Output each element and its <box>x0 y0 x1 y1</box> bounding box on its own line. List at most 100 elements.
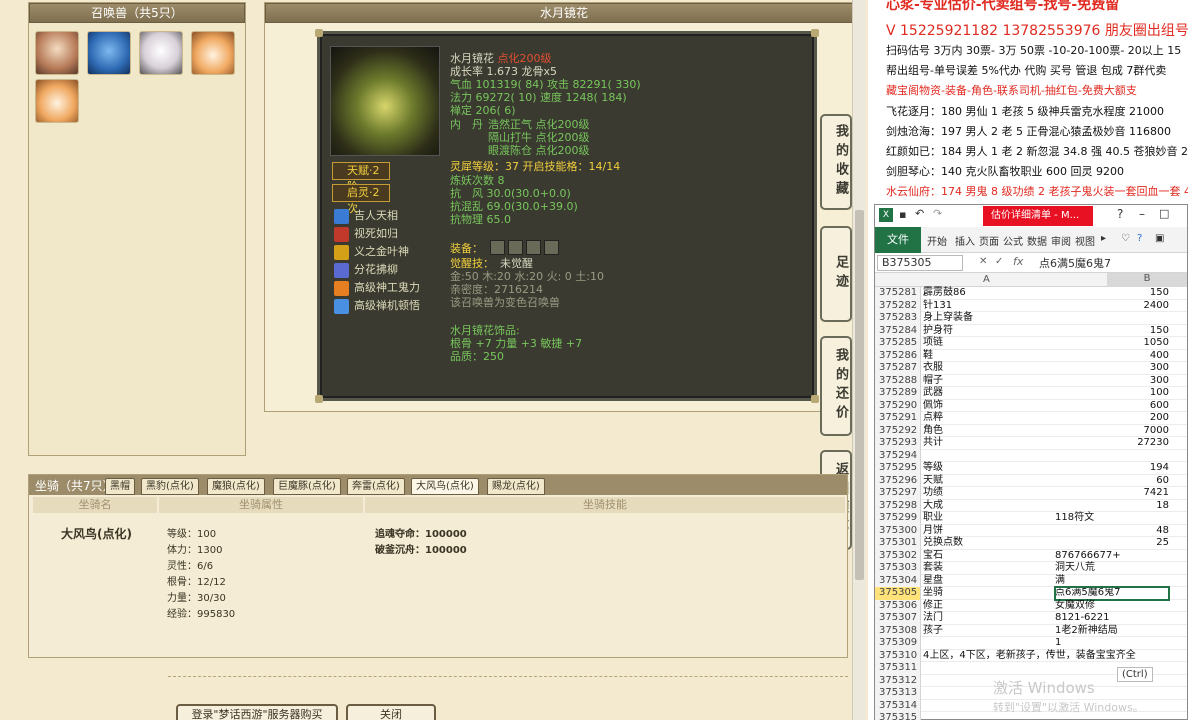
cell-b[interactable]: 600 <box>1055 400 1169 413</box>
row-number[interactable]: 375314 <box>875 699 921 712</box>
mount-tab-2[interactable]: 黑豹(点化) <box>141 478 199 495</box>
mount-tab-1[interactable]: 黑帽 <box>105 478 135 495</box>
side-tab-favorites[interactable]: 我的收藏 <box>820 114 852 210</box>
row-number[interactable]: 375307 <box>875 612 921 625</box>
cell-a[interactable]: 衣服 <box>923 362 943 375</box>
cell-b[interactable]: 876766677+ <box>1055 550 1169 563</box>
row-number[interactable]: 375309 <box>875 637 921 650</box>
row-number[interactable]: 375297 <box>875 487 921 500</box>
row-number[interactable]: 375295 <box>875 462 921 475</box>
page-scrollbar[interactable] <box>852 0 866 720</box>
row-number[interactable]: 375301 <box>875 537 921 550</box>
ribbon-more-icon[interactable]: ▸ <box>1101 233 1106 244</box>
name-box[interactable]: B375305 <box>877 255 963 271</box>
table-row[interactable]: 375308 孩子 1老2新神结局 <box>875 624 1187 638</box>
row-number[interactable]: 375288 <box>875 374 921 387</box>
table-row[interactable]: 375300 月饼 48 <box>875 524 1187 538</box>
cell-a[interactable]: 星盘 <box>923 575 943 588</box>
formula-input[interactable]: 点6满5魔6鬼7 <box>1039 255 1111 271</box>
cell-a[interactable]: 宝石 <box>923 550 943 563</box>
help-icon[interactable]: ? <box>1117 207 1123 221</box>
table-row[interactable]: 375285 项链 1050 <box>875 337 1187 350</box>
row-number[interactable]: 375285 <box>875 337 921 350</box>
ribbon-tab-insert[interactable]: 插入 <box>955 233 975 248</box>
save-icon[interactable]: ▪ <box>899 208 906 221</box>
row-number[interactable]: 375286 <box>875 349 921 362</box>
row-number[interactable]: 375299 <box>875 512 921 525</box>
table-row[interactable]: 375294 <box>875 449 1187 462</box>
maximize-icon[interactable]: □ <box>1159 207 1169 220</box>
table-row[interactable]: 375283 身上穿装备 <box>875 312 1187 325</box>
cell-a[interactable]: 佩饰 <box>923 400 943 413</box>
row-number[interactable]: 375308 <box>875 624 921 637</box>
skill-6[interactable]: 高级禅机顿悟 <box>334 298 420 316</box>
row-number[interactable]: 375294 <box>875 449 921 462</box>
cell-a[interactable]: 武器 <box>923 387 943 400</box>
row-number[interactable]: 375312 <box>875 674 921 687</box>
row-number[interactable]: 375289 <box>875 387 921 400</box>
ribbon-tab-formulas[interactable]: 公式 <box>1003 233 1023 248</box>
cell-b[interactable]: 150 <box>1055 287 1169 300</box>
cell-a[interactable]: 针131 <box>923 300 952 313</box>
row-number[interactable]: 375311 <box>875 662 921 675</box>
cancel-icon[interactable]: ✕ <box>979 256 987 267</box>
table-row[interactable]: 375287 衣服 300 <box>875 362 1187 375</box>
table-row[interactable]: 375305 坐骑 点6满5魔6鬼7 <box>875 586 1187 601</box>
cell-a[interactable]: 角色 <box>923 425 943 438</box>
row-number[interactable]: 375315 <box>875 712 921 720</box>
table-row[interactable]: 375310 4上区，4下区，老新孩子，传世，装备宝宝齐全 <box>875 649 1187 663</box>
mount-tab-6[interactable]: 大风鸟(点化) <box>411 478 479 495</box>
row-number[interactable]: 375284 <box>875 324 921 337</box>
cell-b[interactable]: 118符文 <box>1055 512 1169 525</box>
cell-a[interactable]: 套装 <box>923 562 943 575</box>
table-row[interactable]: 375296 天赋 60 <box>875 474 1187 487</box>
ribbon-icon[interactable]: ▣ <box>1155 233 1164 244</box>
cell-b[interactable]: 满 <box>1055 575 1169 588</box>
cell-b[interactable]: 300 <box>1055 362 1169 375</box>
cell-b[interactable]: 1老2新神结局 <box>1055 625 1169 638</box>
mount-tab-5[interactable]: 奔雷(点化) <box>347 478 405 495</box>
table-row[interactable]: 375304 星盘 满 <box>875 574 1187 588</box>
pet-thumb-2[interactable] <box>87 31 131 75</box>
pet-thumb-5[interactable] <box>35 79 79 123</box>
cell-a[interactable]: 4上区，4下区，老新孩子，传世，装备宝宝齐全 <box>923 650 1136 663</box>
login-buy-button[interactable]: 登录"梦话西游"服务器购买 <box>176 704 338 720</box>
table-row[interactable]: 375297 功绩 7421 <box>875 487 1187 500</box>
cell-b[interactable]: 27230 <box>1055 437 1169 450</box>
cell-a[interactable]: 点粹 <box>923 412 943 425</box>
cell-a[interactable]: 项链 <box>923 337 943 350</box>
row-number[interactable]: 375296 <box>875 474 921 487</box>
table-row[interactable]: 375306 修正 女魔双修 <box>875 599 1187 612</box>
cell-b[interactable]: 48 <box>1055 525 1169 538</box>
ribbon-tab-review[interactable]: 审阅 <box>1051 233 1071 248</box>
pet-thumb-4[interactable] <box>191 31 235 75</box>
cell-b[interactable]: 18 <box>1055 500 1169 513</box>
row-number[interactable]: 375313 <box>875 687 921 700</box>
cell-a[interactable]: 鞋 <box>923 350 933 363</box>
equip-slot[interactable] <box>544 240 559 255</box>
skill-4[interactable]: 分花拂柳 <box>334 262 398 280</box>
cell-a[interactable]: 坐骑 <box>923 587 943 600</box>
table-row[interactable]: 375292 角色 7000 <box>875 424 1187 438</box>
confirm-icon[interactable]: ✓ <box>995 256 1003 267</box>
cell-a[interactable]: 兑换点数 <box>923 537 963 550</box>
ribbon-tab-home[interactable]: 开始 <box>927 233 947 248</box>
cell-b[interactable]: 7421 <box>1055 487 1169 500</box>
cell-b[interactable]: 200 <box>1055 412 1169 425</box>
row-number[interactable]: 375287 <box>875 362 921 375</box>
table-row[interactable]: 375302 宝石 876766677+ <box>875 549 1187 563</box>
equip-slot[interactable] <box>490 240 505 255</box>
row-number[interactable]: 375281 <box>875 287 921 300</box>
cell-b[interactable]: 点6满5魔6鬼7 <box>1054 586 1170 601</box>
row-number[interactable]: 375283 <box>875 312 921 325</box>
row-number[interactable]: 375302 <box>875 549 921 562</box>
cell-b[interactable]: 8121-6221 <box>1055 612 1169 625</box>
table-row[interactable]: 375309 1 <box>875 637 1187 650</box>
cell-b[interactable]: 洞天八荒 <box>1055 562 1169 575</box>
cell-a[interactable]: 功绩 <box>923 487 943 500</box>
cell-a[interactable]: 月饼 <box>923 525 943 538</box>
mount-tab-7[interactable]: 赐龙(点化) <box>487 478 545 495</box>
table-row[interactable]: 375284 护身符 150 <box>875 324 1187 337</box>
row-number[interactable]: 375304 <box>875 574 921 587</box>
skill-3[interactable]: 义之金叶神 <box>334 244 409 262</box>
